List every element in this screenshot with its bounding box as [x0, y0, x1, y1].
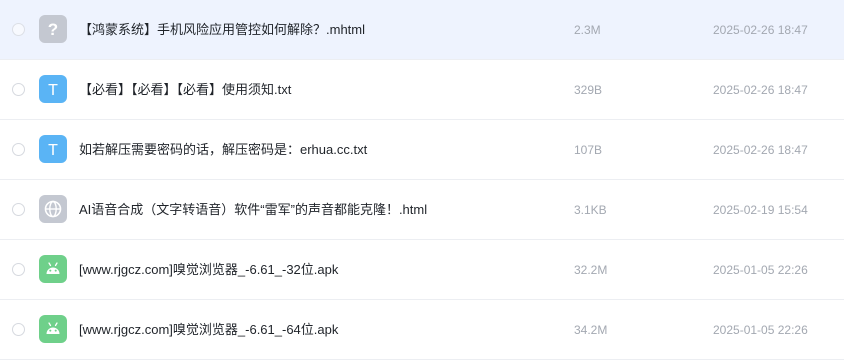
file-name[interactable]: 如若解压需要密码的话，解压密码是：erhua.cc.txt: [79, 141, 367, 159]
unknown-file-icon: ?: [39, 15, 67, 43]
row-checkbox[interactable]: [12, 83, 25, 96]
file-row[interactable]: [www.rjgcz.com]嗅觉浏览器_-6.61_-32位.apk 32.2…: [0, 240, 844, 300]
svg-text:?: ?: [48, 20, 58, 39]
file-row[interactable]: T 【必看】【必看】【必看】使用须知.txt 329B 2025-02-26 1…: [0, 60, 844, 120]
file-row[interactable]: [www.rjgcz.com]嗅觉浏览器_-6.61_-64位.apk 34.2…: [0, 300, 844, 360]
file-date: 2025-02-26 18:47: [713, 83, 808, 97]
file-name[interactable]: 【鸿蒙系统】手机风险应用管控如何解除？.mhtml: [79, 21, 365, 39]
row-checkbox[interactable]: [12, 23, 25, 36]
file-size: 3.1KB: [574, 203, 607, 217]
file-name[interactable]: [www.rjgcz.com]嗅觉浏览器_-6.61_-64位.apk: [79, 321, 338, 339]
file-date: 2025-02-19 15:54: [713, 203, 808, 217]
text-file-icon: T: [39, 75, 67, 103]
file-date: 2025-02-26 18:47: [713, 143, 808, 157]
row-checkbox[interactable]: [12, 203, 25, 216]
row-checkbox[interactable]: [12, 143, 25, 156]
file-size: 32.2M: [574, 263, 608, 277]
row-checkbox[interactable]: [12, 263, 25, 276]
web-file-icon: [39, 195, 67, 223]
row-checkbox[interactable]: [12, 323, 25, 336]
file-row[interactable]: ? 【鸿蒙系统】手机风险应用管控如何解除？.mhtml 2.3M 2025-02…: [0, 0, 844, 60]
file-size: 329B: [574, 83, 603, 97]
svg-text:T: T: [48, 82, 58, 99]
text-file-icon: T: [39, 135, 67, 163]
file-date: 2025-01-05 22:26: [713, 263, 808, 277]
file-date: 2025-01-05 22:26: [713, 323, 808, 337]
android-apk-icon: [39, 315, 67, 343]
file-name[interactable]: [www.rjgcz.com]嗅觉浏览器_-6.61_-32位.apk: [79, 261, 338, 279]
file-row[interactable]: AI语音合成（文字转语音）软件“雷军”的声音都能克隆！.html 3.1KB 2…: [0, 180, 844, 240]
file-row[interactable]: T 如若解压需要密码的话，解压密码是：erhua.cc.txt 107B 202…: [0, 120, 844, 180]
file-date: 2025-02-26 18:47: [713, 23, 808, 37]
svg-text:T: T: [48, 142, 58, 159]
file-name[interactable]: 【必看】【必看】【必看】使用须知.txt: [79, 81, 291, 99]
android-apk-icon: [39, 255, 67, 283]
file-size: 107B: [574, 143, 603, 157]
file-size: 34.2M: [574, 323, 608, 337]
file-size: 2.3M: [574, 23, 601, 37]
file-list: ? 【鸿蒙系统】手机风险应用管控如何解除？.mhtml 2.3M 2025-02…: [0, 0, 844, 360]
file-name[interactable]: AI语音合成（文字转语音）软件“雷军”的声音都能克隆！.html: [79, 201, 427, 219]
